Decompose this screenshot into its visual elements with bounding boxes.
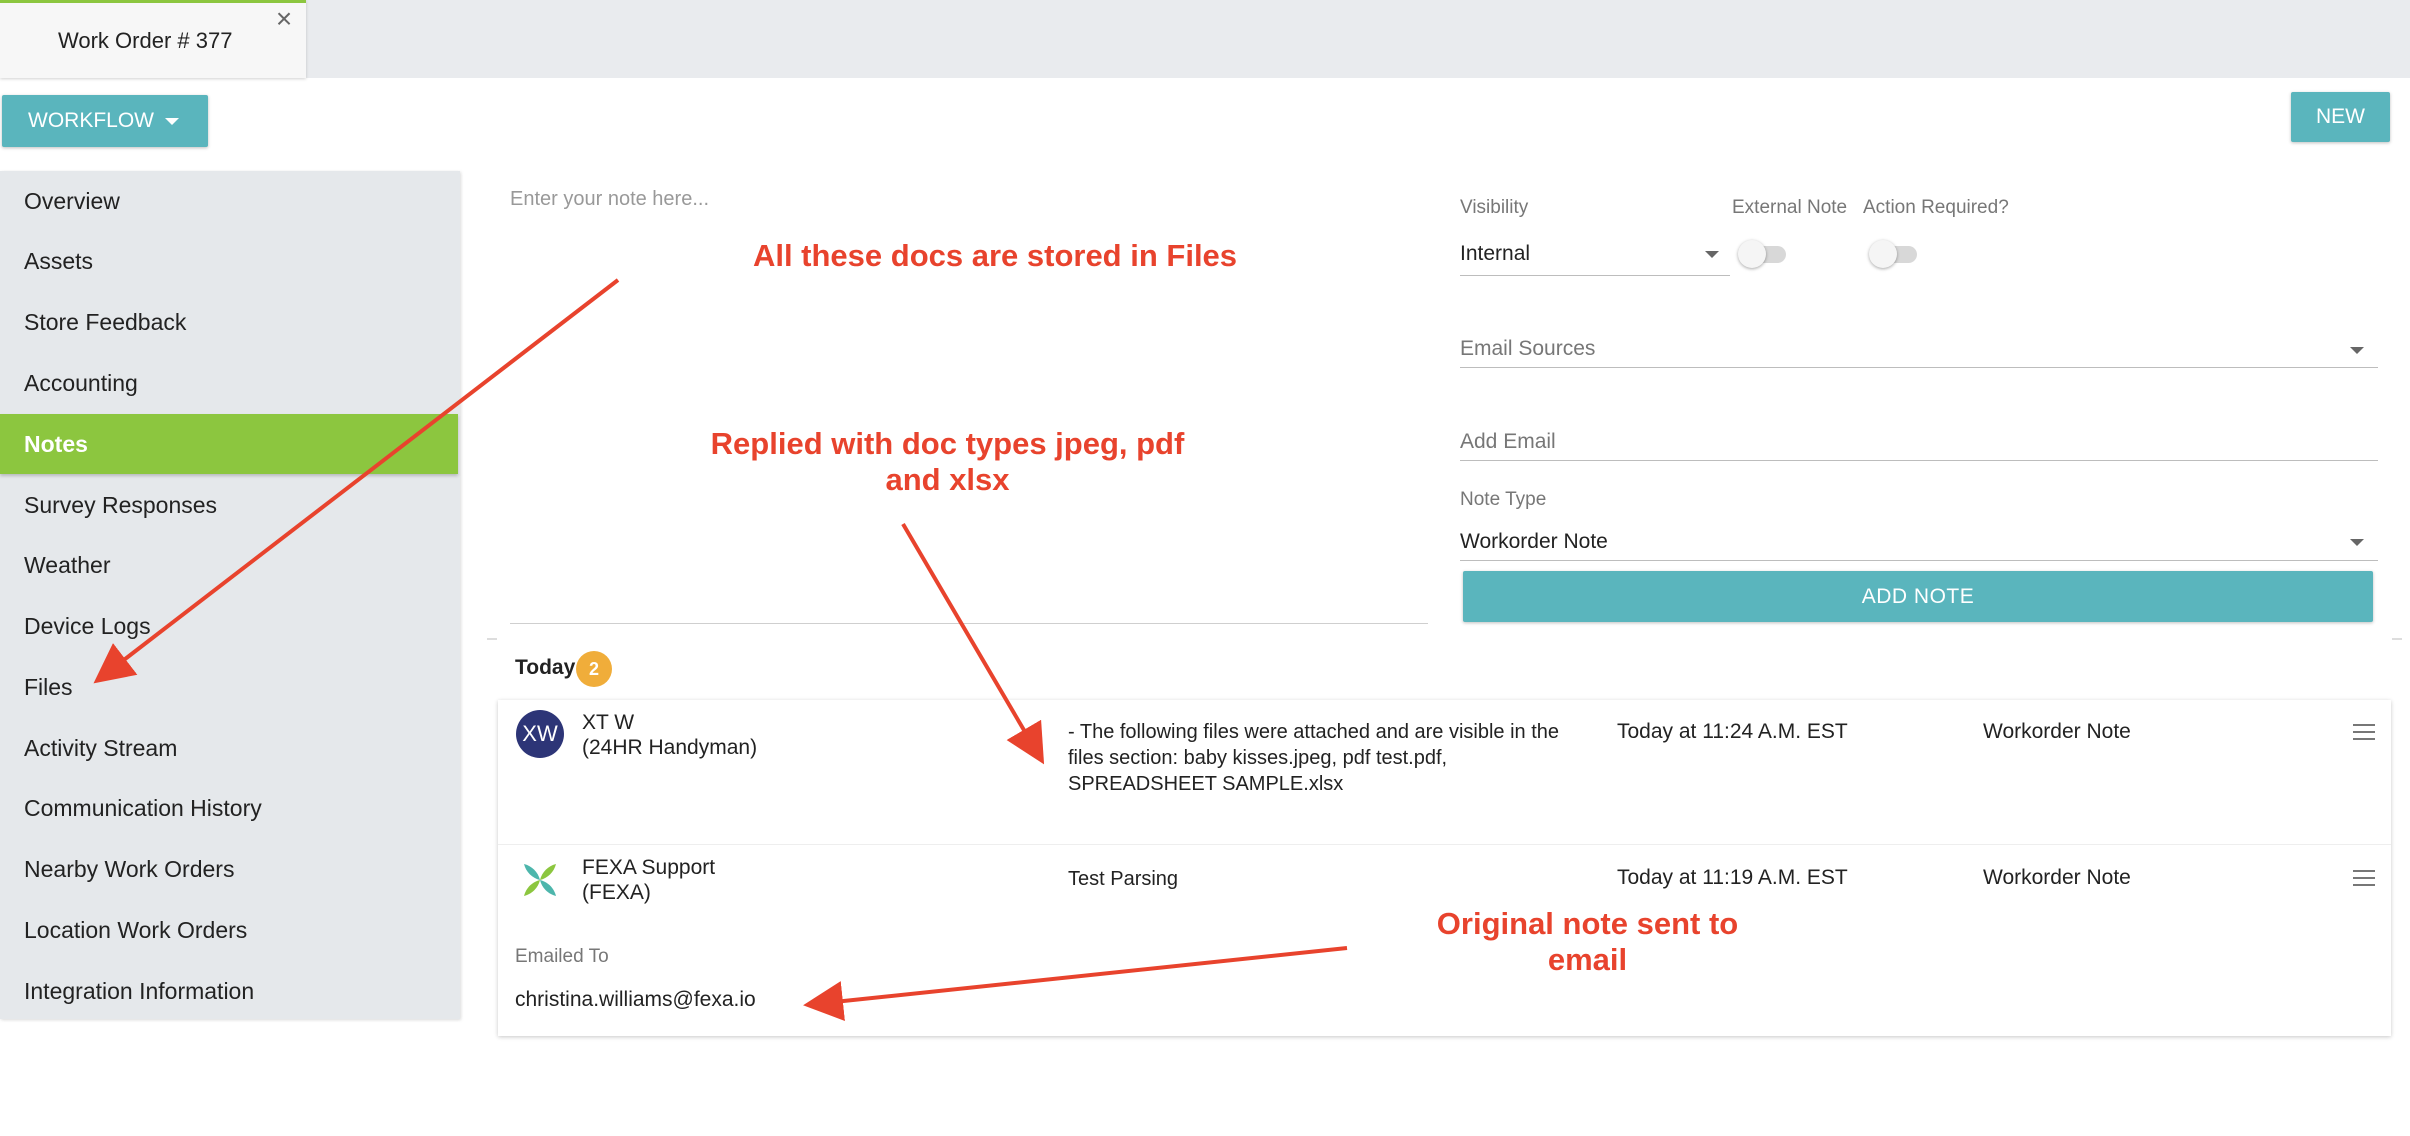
count-badge: 2 [576,651,612,687]
close-icon[interactable]: × [272,5,296,33]
note-type: Workorder Note [1983,720,2131,743]
fexa-logo-icon [524,864,556,896]
section-divider [2392,638,2402,640]
visibility-value: Internal [1460,242,1531,265]
menu-icon[interactable] [2353,724,2375,742]
note-author-name: XT W [582,711,635,734]
sidebar-item-survey-responses[interactable]: Survey Responses [0,475,458,535]
sidebar-item-files[interactable]: Files [0,657,458,717]
action-required-label: Action Required? [1863,197,2009,218]
note-author-org: (FEXA) [582,881,651,904]
visibility-underline [1460,275,1730,276]
external-note-label: External Note [1732,197,1848,218]
section-divider [487,638,497,640]
group-label: Today [515,656,576,679]
row-divider [498,844,2391,845]
chevron-down-icon [1705,251,1719,258]
note-text: Test Parsing [1068,868,1179,890]
new-button[interactable]: NEW [2291,92,2390,142]
app-root: Work Order # 377 × WORKFLOW NEW Overview… [0,0,2410,1136]
sidebar-item-integration-information[interactable]: Integration Information [0,961,458,1021]
sidebar-item-communication-history[interactable]: Communication History [0,778,458,838]
email-sources-placeholder: Email Sources [1460,337,1596,360]
emailed-to-label: Emailed To [515,946,609,967]
tab-work-order[interactable]: Work Order # 377 × [0,0,306,78]
chevron-down-icon [2350,347,2364,354]
workflow-label: WORKFLOW [28,109,154,132]
notes-list: XW XT W (24HR Handyman) - The following … [498,700,2391,1036]
emailed-to-value: christina.williams@fexa.io [515,988,756,1011]
action-required-toggle[interactable] [1869,238,1919,268]
workflow-button[interactable]: WORKFLOW [2,95,208,147]
sidebar-item-nearby-work-orders[interactable]: Nearby Work Orders [0,839,458,899]
note-type-label: Note Type [1460,489,1547,510]
sidebar-item-assets[interactable]: Assets [0,231,458,291]
sidebar-item-device-logs[interactable]: Device Logs [0,596,458,656]
chevron-down-icon [2350,539,2364,546]
note-text: - The following files were attached and … [1068,721,1560,795]
note-time: Today at 11:24 A.M. EST [1617,720,1848,743]
sidebar-item-notes[interactable]: Notes [0,414,458,474]
caret-down-icon [165,118,179,125]
tab-title: Work Order # 377 [58,28,233,53]
email-sources-underline [1460,367,2378,368]
annotation-reply: Replied with doc types jpeg, pdf and xls… [710,426,1185,497]
sidebar-item-weather[interactable]: Weather [0,535,458,595]
sidebar-item-location-work-orders[interactable]: Location Work Orders [0,900,458,960]
annotation-files: All these docs are stored in Files [752,238,1238,273]
add-email-placeholder: Add Email [1460,430,1556,453]
visibility-label: Visibility [1460,197,1529,218]
toggle-knob [1738,240,1766,268]
avatar: XW [516,710,564,758]
add-note-button[interactable]: ADD NOTE [1463,571,2373,622]
note-type-value: Workorder Note [1460,530,1608,553]
tab-bar: Work Order # 377 × [0,0,2410,78]
note-type-underline [1460,560,2378,561]
sidebar: Overview Assets Store Feedback Accountin… [0,171,460,1019]
sidebar-item-store-feedback[interactable]: Store Feedback [0,292,458,352]
annotation-email: Original note sent to email [1436,906,1739,977]
note-author-org: (24HR Handyman) [582,736,758,759]
note-author-name: FEXA Support [582,856,716,879]
sidebar-item-accounting[interactable]: Accounting [0,353,458,413]
sidebar-item-overview[interactable]: Overview [0,171,458,231]
menu-icon[interactable] [2353,870,2375,888]
sidebar-item-activity-stream[interactable]: Activity Stream [0,718,458,778]
add-email-underline [1460,460,2378,461]
note-type: Workorder Note [1983,866,2131,889]
note-time: Today at 11:19 A.M. EST [1617,866,1848,889]
toggle-knob [1869,240,1897,268]
external-note-toggle[interactable] [1738,238,1788,268]
